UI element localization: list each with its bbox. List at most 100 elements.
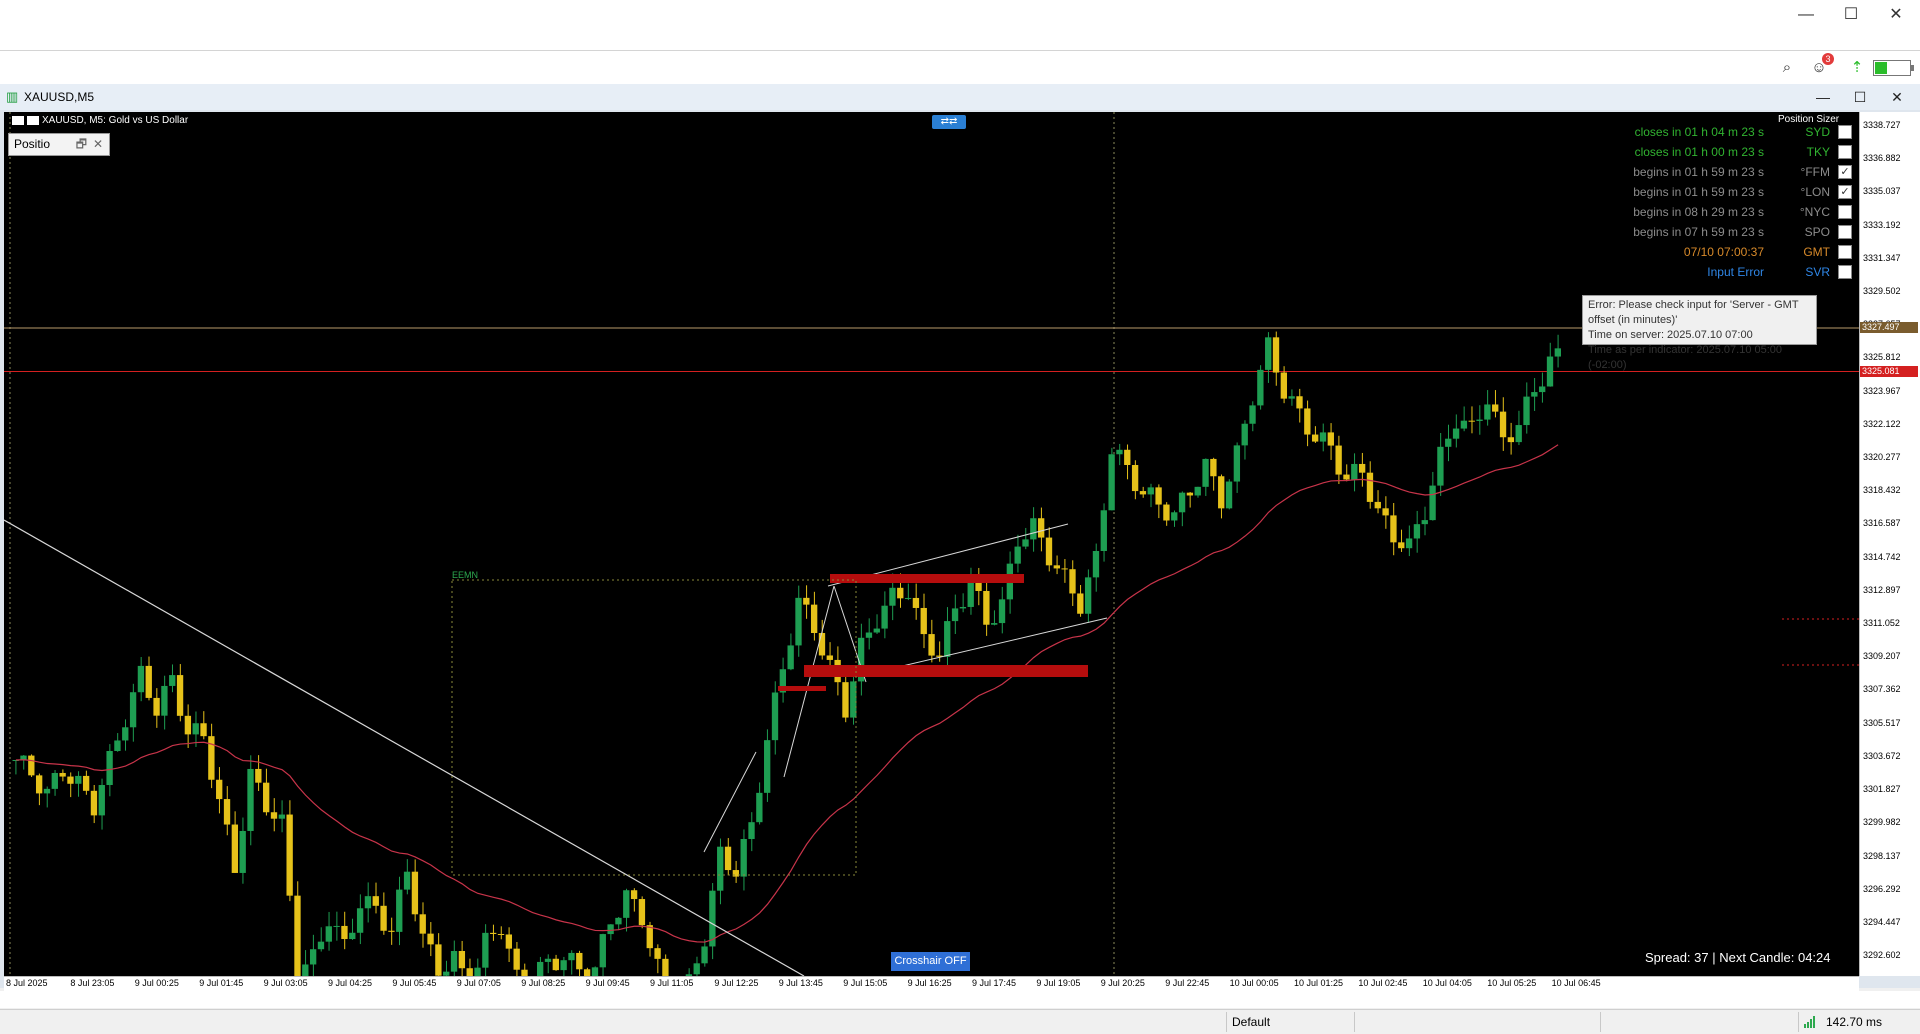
window-minimize-button[interactable]: — xyxy=(1786,3,1826,27)
candle-body xyxy=(1061,568,1068,570)
time-tick-label: 9 Jul 16:25 xyxy=(907,978,952,988)
session-time: begins in 08 h 29 m 23 s xyxy=(1633,205,1764,219)
battery-indicator xyxy=(1873,60,1914,76)
autoscroll-button[interactable]: ⇄⇄ xyxy=(932,115,966,129)
candle-body xyxy=(904,597,912,599)
chart-canvas[interactable]: EEMN xyxy=(4,112,1859,976)
price-tick-label: 3335.037 xyxy=(1863,186,1901,197)
candlestick-icon: ▥ xyxy=(6,89,19,104)
candle-body xyxy=(1257,369,1264,406)
candle-body xyxy=(1077,593,1084,614)
chart-window-titlebar: ▥ XAUUSD,M5 — ☐ ✕ xyxy=(0,84,1920,110)
candle-body xyxy=(513,948,520,970)
candle-body xyxy=(1476,419,1483,421)
candle-body xyxy=(1429,485,1436,521)
candle-body xyxy=(208,736,215,780)
session-checkbox[interactable] xyxy=(1838,205,1852,219)
candle-body xyxy=(1554,348,1561,357)
candle-body xyxy=(1124,449,1131,465)
session-name: SYD xyxy=(1805,125,1830,139)
candle-body xyxy=(748,822,755,839)
crosshair-toggle-button[interactable]: Crosshair OFF xyxy=(891,952,970,971)
chart-close-button[interactable]: ✕ xyxy=(1882,86,1912,108)
window-close-button[interactable]: ✕ xyxy=(1876,3,1916,27)
tooltip-line-2: Time on server: 2025.07.10 07:00 xyxy=(1588,329,1753,341)
time-tick-label: 9 Jul 13:45 xyxy=(778,978,823,988)
candle-body xyxy=(1507,437,1515,443)
candle-body xyxy=(411,871,419,915)
price-chart[interactable]: EEMN XAUUSD, M5: Gold vs US Dollar Posit… xyxy=(4,112,1859,976)
candle-body xyxy=(842,682,849,718)
time-tick-label: 10 Jul 04:05 xyxy=(1422,978,1472,988)
candle-body xyxy=(505,934,513,949)
chart-menu-icon[interactable] xyxy=(12,115,24,125)
candle-body xyxy=(740,838,747,877)
candle-body xyxy=(576,952,583,970)
candle-body xyxy=(1492,404,1499,412)
candle-body xyxy=(75,775,82,784)
search-icon[interactable]: ⌕ xyxy=(1778,59,1796,77)
candle-body xyxy=(873,628,880,633)
candle-body xyxy=(991,623,998,625)
candle-body xyxy=(1272,337,1280,373)
candle-body xyxy=(771,692,779,741)
candle-body xyxy=(1327,432,1334,446)
candle-body xyxy=(1116,449,1123,455)
session-time: Input Error xyxy=(1707,265,1764,279)
price-tick-label: 3303.672 xyxy=(1863,750,1901,761)
candle-body xyxy=(1186,492,1194,496)
session-checkbox[interactable]: ✓ xyxy=(1838,185,1852,199)
signal-level-icon[interactable]: ⇡ xyxy=(1848,59,1866,77)
time-tick-label: 9 Jul 00:25 xyxy=(134,978,179,988)
candle-body xyxy=(1421,520,1428,525)
session-checkbox[interactable] xyxy=(1838,125,1852,139)
candle-body xyxy=(153,697,160,716)
price-tick-label: 3311.052 xyxy=(1863,618,1900,629)
candle-body xyxy=(1413,524,1421,539)
chart-symbol-info: XAUUSD, M5: Gold vs US Dollar xyxy=(12,115,188,126)
time-tick-label: 9 Jul 15:05 xyxy=(843,978,888,988)
candle-body xyxy=(615,917,622,925)
session-checkbox[interactable] xyxy=(1838,145,1852,159)
chart-maximize-button[interactable]: ☐ xyxy=(1845,86,1875,108)
window-maximize-button[interactable]: ☐ xyxy=(1831,3,1871,27)
candle-body xyxy=(1092,551,1100,578)
candle-body xyxy=(536,961,544,976)
chart-window-title: XAUUSD,M5 xyxy=(24,90,95,104)
notifications-icon[interactable]: ☺ 3 xyxy=(1810,53,1834,77)
chart-minimize-button[interactable]: — xyxy=(1808,86,1838,108)
session-row: begins in 01 h 59 m 23 s °FFM ✓ xyxy=(1604,163,1854,181)
bid-price-tag: 3325.081 xyxy=(1860,365,1918,377)
candle-body xyxy=(98,785,105,816)
candle-body xyxy=(35,775,43,794)
candle-body xyxy=(983,590,990,625)
candle-body xyxy=(912,597,920,608)
time-tick-label: 8 Jul 23:05 xyxy=(70,978,115,988)
candle-body xyxy=(1194,486,1201,496)
app-toolbar: ⌕ ☺ 3 ⇡ xyxy=(0,51,1920,85)
candle-body xyxy=(1249,405,1256,424)
session-checkbox[interactable] xyxy=(1838,265,1852,279)
candle-body xyxy=(826,655,833,660)
session-checkbox[interactable] xyxy=(1838,245,1852,259)
session-time: 07/10 07:00:37 xyxy=(1683,245,1764,259)
one-click-trade-icon[interactable] xyxy=(27,115,39,125)
close-icon[interactable]: ✕ xyxy=(93,134,103,155)
candle-body xyxy=(302,964,309,976)
candle-body xyxy=(1139,491,1147,495)
time-axis[interactable]: 8 Jul 2025 8 Jul 23:05 9 Jul 00:25 9 Jul 01… xyxy=(4,976,1859,991)
candle-body xyxy=(1045,537,1053,566)
candle-body xyxy=(82,775,90,791)
candle-body xyxy=(1225,481,1233,509)
session-time: begins in 01 h 59 m 23 s xyxy=(1633,165,1764,179)
restore-icon[interactable]: 🗗 xyxy=(76,134,87,155)
candle-body xyxy=(200,723,207,737)
time-tick-label: 9 Jul 20:25 xyxy=(1100,978,1145,988)
candle-body xyxy=(1131,464,1139,492)
price-axis[interactable]: 3338.727 3336.882 3335.037 3333.192 3331.347… xyxy=(1859,112,1920,976)
session-checkbox[interactable] xyxy=(1838,225,1852,239)
session-checkbox[interactable]: ✓ xyxy=(1838,165,1852,179)
candle-body xyxy=(1358,463,1366,473)
position-sizer-panel[interactable]: Positio 🗗 ✕ xyxy=(8,133,110,156)
candle-body xyxy=(818,633,826,656)
